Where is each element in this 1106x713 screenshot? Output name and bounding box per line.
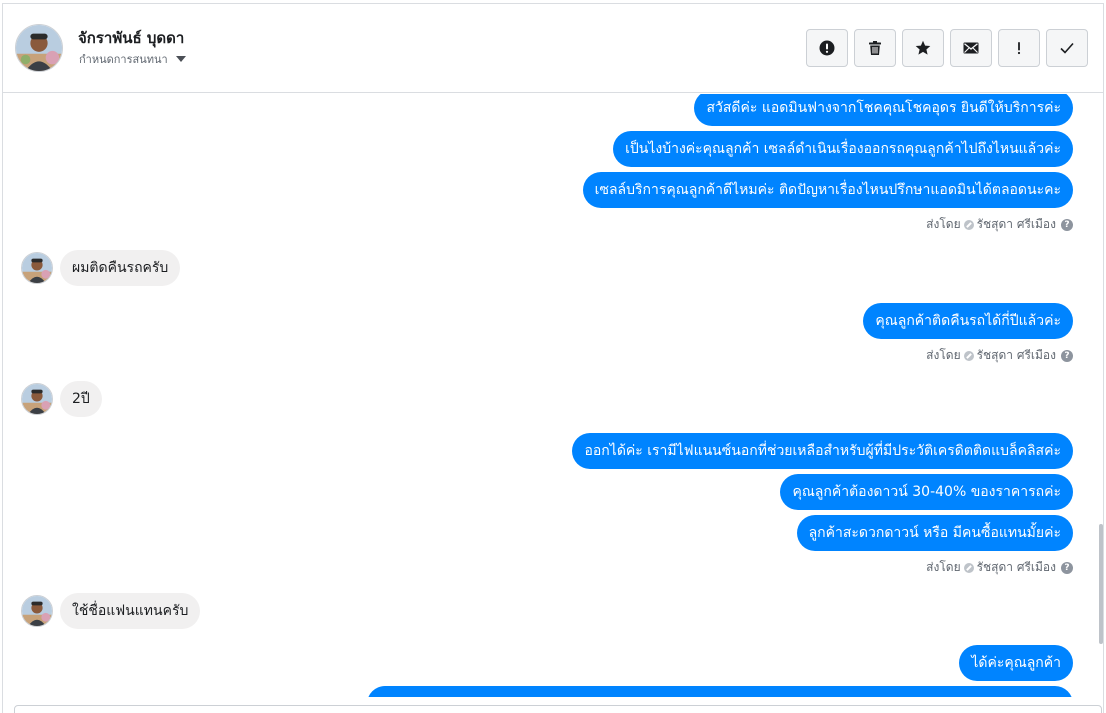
contact-name: จักราพันธ์ บุดดา [78,29,185,47]
sent-by-label: ส่งโดย รัชสุดา ศรีเมือง ? [926,346,1073,365]
caret-down-icon [175,56,186,62]
sent-by-agent: รัชสุดา ศรีเมือง [976,560,1056,574]
conversation-panel: จักราพันธ์ บุดดา กำหนดการสนทนา สวัสดีค่ะ… [2,3,1104,713]
outgoing-message[interactable]: ได้ค่ะคุณลูกค้า [959,645,1073,681]
alert-circle-icon [819,40,835,56]
scrollbar-thumb[interactable] [1099,524,1103,644]
help-icon[interactable]: ? [1061,561,1073,574]
contact-avatar[interactable] [15,24,63,72]
incoming-message[interactable]: ใช้ชื่อแฟนแทนครับ [60,593,201,629]
help-icon[interactable]: ? [1061,349,1073,362]
outgoing-message[interactable]: สวัสดีค่ะ แอดมินฟางจากโชคคุณโชคอุดร ยินด… [694,94,1073,126]
check-circle-icon [963,219,974,230]
check-icon [1060,42,1074,54]
mark-done-button[interactable] [1046,29,1088,67]
star-icon [915,40,931,55]
incoming-message-row: ผมติดคืนรถครับ [21,250,181,286]
trash-icon [869,41,881,55]
thread-scrollbar[interactable] [1097,94,1103,697]
outgoing-message-partial[interactable] [367,686,1073,697]
sent-by-agent: รัชสุดา ศรีเมือง [976,348,1056,362]
action-toolbar [806,29,1088,67]
incoming-message-row: ใช้ชื่อแฟนแทนครับ [21,593,201,629]
message-thread[interactable]: สวัสดีค่ะ แอดมินฟางจากโชคคุณโชคอุดร ยินด… [3,94,1103,697]
check-circle-icon [963,350,974,361]
contact-avatar[interactable] [21,383,53,415]
follow-up-button[interactable] [998,29,1040,67]
avatar-photo-icon [22,384,52,414]
incoming-message[interactable]: 2ปี [60,381,102,417]
sent-by-label: ส่งโดย รัชสุดา ศรีเมือง ? [926,215,1073,234]
contact-avatar[interactable] [21,252,53,284]
sent-by-prefix: ส่งโดย [926,217,961,231]
sent-by-prefix: ส่งโดย [926,348,961,362]
star-button[interactable] [902,29,944,67]
envelope-icon [963,42,979,54]
check-circle-icon [963,562,974,573]
outgoing-message[interactable]: เซลล์บริการคุณลูกค้าดีไหมค่ะ ติดปัญหาเรื… [582,172,1073,208]
mark-spam-button[interactable] [806,29,848,67]
conversation-header: จักราพันธ์ บุดดา กำหนดการสนทนา [3,4,1103,93]
outgoing-message[interactable]: ออกได้ค่ะ เรามีไฟแนนซ์นอกที่ช่วยเหลือสำห… [572,433,1073,469]
help-icon[interactable]: ? [1061,218,1073,231]
contact-avatar[interactable] [21,595,53,627]
outgoing-message-group: คุณลูกค้าติดคืนรถได้กี่ปีแล้วค่ะ [863,303,1073,339]
assign-label: กำหนดการสนทนา [79,53,168,66]
avatar-photo-icon [16,25,62,71]
outgoing-message-group: ได้ค่ะคุณลูกค้า [367,645,1073,697]
assign-conversation-dropdown[interactable]: กำหนดการสนทนา [79,50,186,68]
delete-button[interactable] [854,29,896,67]
outgoing-message-group: สวัสดีค่ะ แอดมินฟางจากโชคคุณโชคอุดร ยินด… [582,94,1073,208]
outgoing-message[interactable]: คุณลูกค้าต้องดาวน์ 30-40% ของราคารถค่ะ [780,474,1073,510]
incoming-message-row: 2ปี [21,381,102,417]
outgoing-message[interactable]: ลูกค้าสะดวกดาวน์ หรือ มีคนซื้อแทนมั้ยค่ะ [796,515,1073,551]
avatar-photo-icon [22,596,52,626]
outgoing-message[interactable]: คุณลูกค้าติดคืนรถได้กี่ปีแล้วค่ะ [863,303,1073,339]
outgoing-message[interactable]: เป็นไงบ้างค่ะคุณลูกค้า เซลล์ดำเนินเรื่อง… [613,131,1073,167]
incoming-message[interactable]: ผมติดคืนรถครับ [60,250,181,286]
sent-by-label: ส่งโดย รัชสุดา ศรีเมือง ? [926,558,1073,577]
sent-by-agent: รัชสุดา ศรีเมือง [976,217,1056,231]
sent-by-prefix: ส่งโดย [926,560,961,574]
outgoing-message-group: ออกได้ค่ะ เรามีไฟแนนซ์นอกที่ช่วยเหลือสำห… [572,433,1073,551]
message-composer[interactable] [14,705,1102,713]
mark-unread-button[interactable] [950,29,992,67]
avatar-photo-icon [22,253,52,283]
exclamation-icon [1017,42,1021,55]
